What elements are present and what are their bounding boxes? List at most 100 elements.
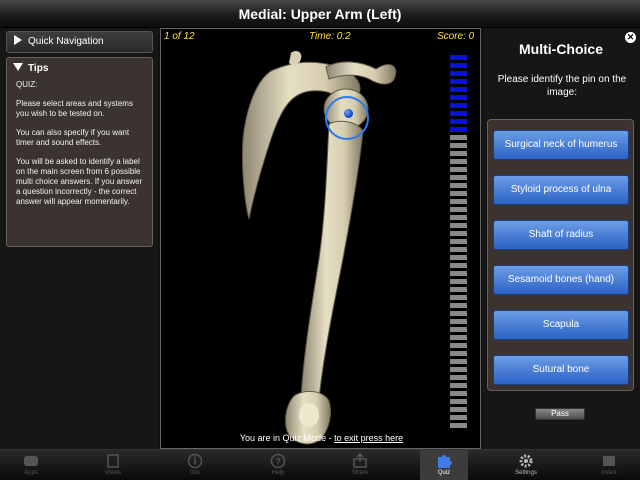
progress-bar-empty: [450, 207, 467, 212]
settings-gear-icon: [519, 454, 533, 468]
index-icon: [603, 456, 615, 466]
tips-body: QUIZ: Please select areas and systems yo…: [7, 74, 152, 207]
question-prompt: Please identify the pin on the image:: [497, 74, 627, 98]
progress-bar-empty: [450, 263, 467, 268]
anatomy-pin[interactable]: [344, 109, 353, 118]
anatomy-view[interactable]: 1 of 12 Time: 0:2 Score: 0 You are in Qu…: [160, 28, 481, 449]
progress-bar-empty: [450, 239, 467, 244]
tab-info[interactable]: Info: [171, 450, 219, 480]
quiz-mode-notice: You are in Quiz Mode - to exit press her…: [161, 433, 482, 443]
tab-label: Quiz: [437, 470, 451, 476]
answer-button[interactable]: Styloid process of ulna: [493, 175, 629, 205]
progress-bar-empty: [450, 175, 467, 180]
tab-label: Info: [189, 470, 200, 476]
progress-bar-empty: [450, 247, 467, 252]
progress-bar-empty: [450, 319, 467, 324]
quick-navigation-button[interactable]: Quick Navigation: [6, 31, 153, 53]
share-icon: [353, 453, 367, 468]
pass-button[interactable]: Pass: [535, 408, 585, 420]
tab-index[interactable]: Index: [585, 450, 633, 480]
progress-bar-filled: [450, 95, 467, 100]
tab-apps[interactable]: Apps: [7, 450, 55, 480]
progress-bar-filled: [450, 111, 467, 116]
progress-bar-empty: [450, 191, 467, 196]
answer-button[interactable]: Scapula: [493, 310, 629, 340]
tips-heading: QUIZ:: [16, 80, 38, 89]
progress-bar-empty: [450, 423, 467, 428]
progress-bar-empty: [450, 415, 467, 420]
question-progress-bars: [450, 55, 470, 431]
tab-label: Apps: [24, 470, 38, 476]
answer-button[interactable]: Sesamoid bones (hand): [493, 265, 629, 295]
svg-text:?: ?: [275, 457, 281, 467]
progress-bar-empty: [450, 359, 467, 364]
progress-bar-filled: [450, 71, 467, 76]
tab-label: Help: [271, 470, 285, 476]
progress-bar-filled: [450, 79, 467, 84]
progress-bar-empty: [450, 399, 467, 404]
tips-paragraph: You can also specify if you want timer a…: [16, 128, 130, 147]
progress-bar-empty: [450, 311, 467, 316]
progress-bar-empty: [450, 255, 467, 260]
tab-label: Settings: [515, 470, 537, 476]
tips-panel: Tips QUIZ: Please select areas and syste…: [6, 57, 153, 247]
tab-help[interactable]: ? Help: [254, 450, 302, 480]
progress-bar-empty: [450, 287, 467, 292]
progress-bar-empty: [450, 159, 467, 164]
progress-bar-empty: [450, 279, 467, 284]
tips-paragraph: Please select areas and systems you wish…: [16, 99, 133, 118]
progress-bar-empty: [450, 151, 467, 156]
progress-bar-filled: [450, 63, 467, 68]
collapse-arrow-icon: [13, 63, 23, 71]
tab-label: Views: [105, 470, 121, 476]
right-panel: ✕ Multi-Choice Please identify the pin o…: [482, 28, 640, 449]
answer-button[interactable]: Sutural bone: [493, 355, 629, 385]
tab-quiz[interactable]: Quiz: [420, 450, 468, 480]
app-window: Medial: Upper Arm (Left) Quick Navigatio…: [0, 0, 640, 480]
tips-header[interactable]: Tips: [7, 58, 152, 74]
info-icon: [187, 453, 203, 469]
exit-quiz-link[interactable]: to exit press here: [334, 433, 403, 443]
help-icon: ?: [270, 453, 286, 469]
expand-arrow-icon: [14, 35, 22, 45]
progress-bar-empty: [450, 303, 467, 308]
progress-bar-empty: [450, 231, 467, 236]
progress-bar-empty: [450, 383, 467, 388]
progress-bar-empty: [450, 223, 467, 228]
answer-button[interactable]: Shaft of radius: [493, 220, 629, 250]
progress-bar-filled: [450, 119, 467, 124]
progress-bar-empty: [450, 367, 467, 372]
tab-settings[interactable]: Settings: [502, 450, 550, 480]
apps-icon: [24, 456, 38, 466]
progress-bar-empty: [450, 391, 467, 396]
progress-bar-empty: [450, 183, 467, 188]
tab-bar: Apps Views Info ? Help Share Quiz Settin…: [0, 449, 640, 480]
answer-choices: Surgical neck of humerus Styloid process…: [487, 119, 634, 391]
quiz-mode-text: You are in Quiz Mode -: [239, 433, 335, 443]
tab-share[interactable]: Share: [336, 450, 384, 480]
progress-bar-filled: [450, 103, 467, 108]
multi-choice-title: Multi-Choice: [519, 41, 603, 57]
left-panel: Quick Navigation Tips QUIZ: Please selec…: [0, 28, 158, 449]
progress-bar-filled: [450, 87, 467, 92]
pin-highlight-ring: [325, 96, 369, 140]
progress-bar-empty: [450, 343, 467, 348]
progress-bar-empty: [450, 407, 467, 412]
progress-bar-empty: [450, 335, 467, 340]
tab-views[interactable]: Views: [89, 450, 137, 480]
views-icon: [107, 454, 119, 468]
progress-bar-empty: [450, 327, 467, 332]
quiz-puzzle-icon: [438, 455, 452, 468]
progress-bar-empty: [450, 295, 467, 300]
progress-bar-empty: [450, 143, 467, 148]
answer-button[interactable]: Surgical neck of humerus: [493, 130, 629, 160]
tips-paragraph: You will be asked to identify a label on…: [16, 157, 143, 206]
progress-bar-empty: [450, 375, 467, 380]
progress-bar-empty: [450, 167, 467, 172]
progress-bar-empty: [450, 135, 467, 140]
progress-bar-empty: [450, 351, 467, 356]
quick-navigation-label: Quick Navigation: [28, 36, 104, 47]
progress-bar-empty: [450, 215, 467, 220]
tab-label: Share: [351, 470, 368, 476]
progress-bar-empty: [450, 199, 467, 204]
